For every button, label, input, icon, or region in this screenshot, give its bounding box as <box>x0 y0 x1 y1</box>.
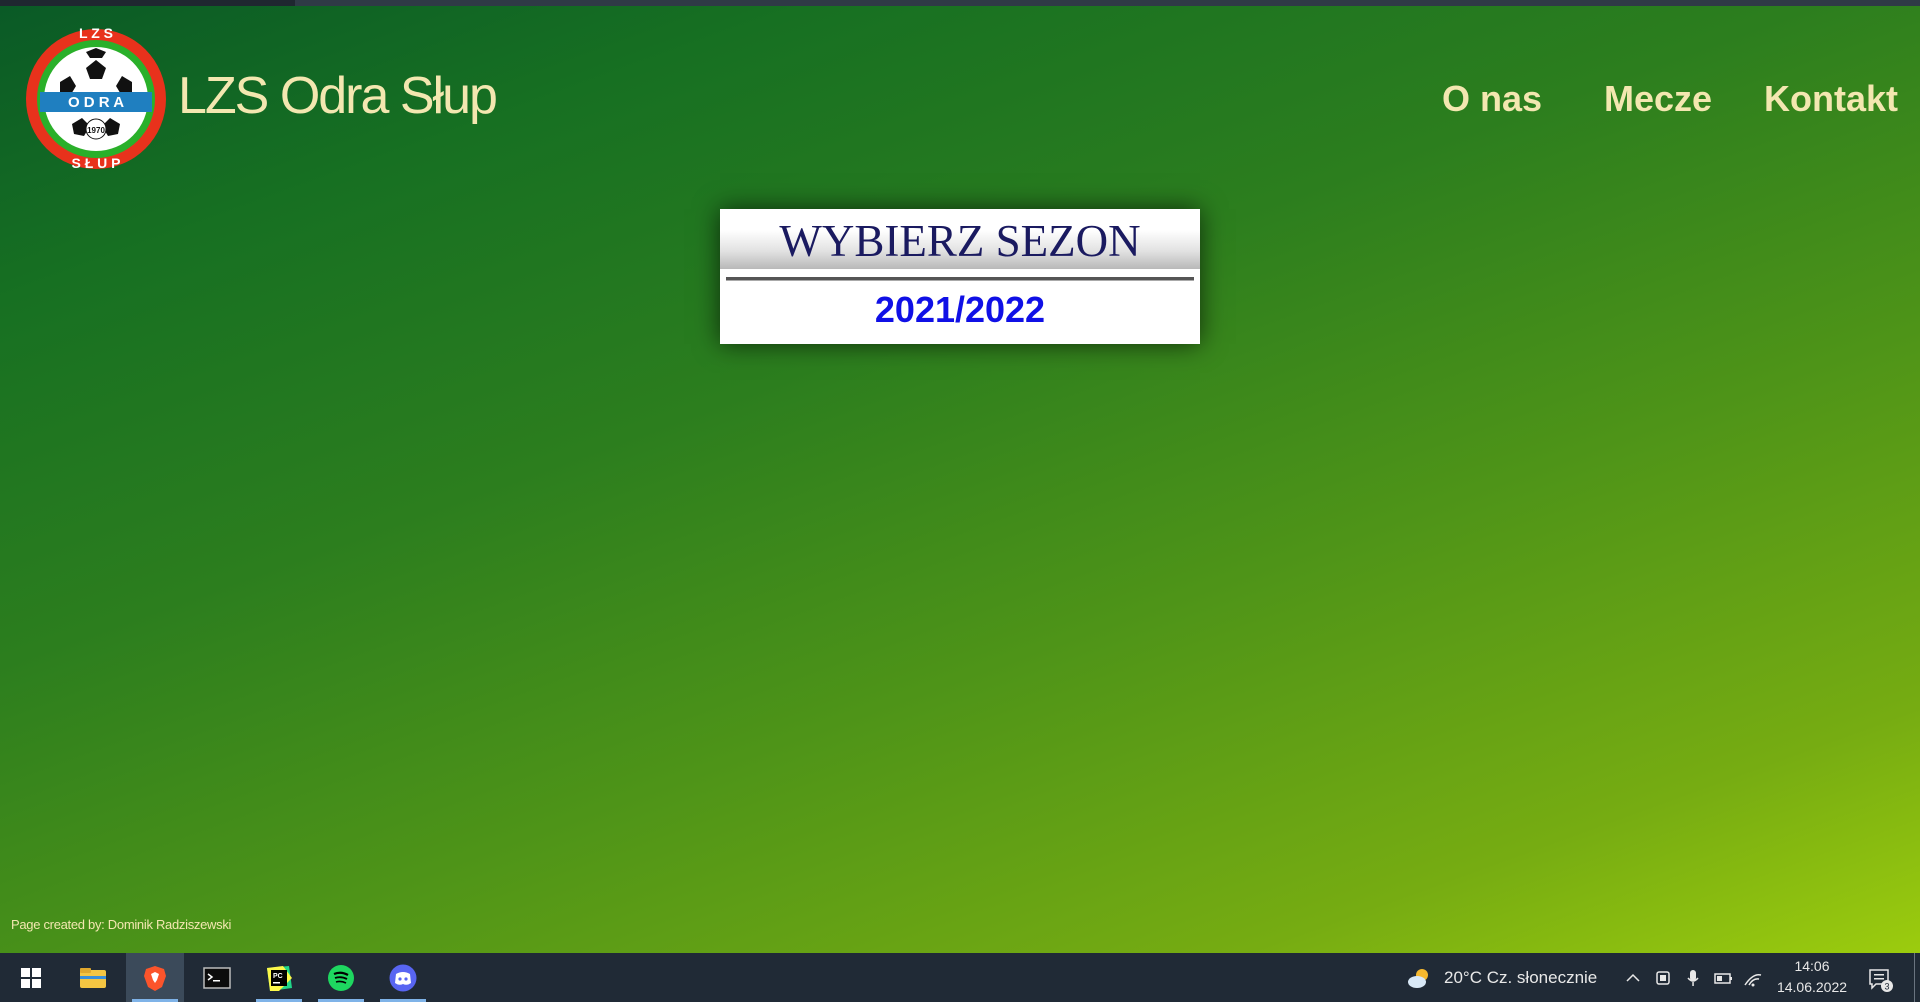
weather-sunny-icon[interactable] <box>1406 966 1432 990</box>
start-icon <box>21 967 41 988</box>
start-button[interactable] <box>2 953 60 1002</box>
season-card-divider <box>726 277 1194 281</box>
taskbar-spotify[interactable] <box>312 953 370 1002</box>
club-logo[interactable]: O D R A 1970 L Z S S Ł U P <box>24 12 169 187</box>
device-icon[interactable] <box>1652 967 1674 989</box>
nav-link-kontakt[interactable]: Kontakt <box>1764 78 1898 120</box>
season-card: WYBIERZ SEZON 2021/2022 <box>720 209 1200 344</box>
file-explorer-icon <box>80 967 106 988</box>
notifications-icon[interactable]: 3 <box>1866 965 1894 993</box>
spotify-icon <box>328 964 354 991</box>
brave-browser-icon <box>144 965 166 991</box>
svg-text:PC: PC <box>273 973 283 980</box>
season-link[interactable]: 2021/2022 <box>720 289 1200 331</box>
taskbar-discord[interactable] <box>374 953 432 1002</box>
taskbar-time[interactable]: 14:06 <box>1772 958 1852 974</box>
taskbar-pycharm[interactable]: PC <box>250 953 308 1002</box>
chevron-up-icon[interactable] <box>1622 967 1644 989</box>
discord-icon <box>389 964 417 991</box>
nav-link-mecze[interactable]: Mecze <box>1604 78 1712 120</box>
weather-text[interactable]: 20°C Cz. słonecznie <box>1444 968 1597 988</box>
taskbar-file-explorer[interactable] <box>64 953 122 1002</box>
wifi-icon[interactable] <box>1742 967 1764 989</box>
site-title[interactable]: LZS Odra Słup <box>178 66 498 126</box>
battery-icon[interactable] <box>1712 967 1734 989</box>
show-desktop-button[interactable] <box>1914 953 1915 1002</box>
microphone-icon[interactable] <box>1682 967 1704 989</box>
logo-year: 1970 <box>87 126 105 135</box>
page-background: O D R A 1970 L Z S S Ł U P LZS Odra Słup… <box>0 6 1920 953</box>
taskbar-terminal[interactable] <box>188 953 246 1002</box>
logo-band-text: O D R A <box>68 94 124 111</box>
nav-link-o-nas[interactable]: O nas <box>1442 78 1542 120</box>
taskbar-date[interactable]: 14.06.2022 <box>1772 979 1852 995</box>
windows-taskbar: PC 20°C Cz. słonecznie 14:06 14.06.2022 … <box>0 953 1920 1002</box>
season-card-heading: WYBIERZ SEZON <box>720 209 1200 269</box>
notification-count: 3 <box>1884 982 1889 992</box>
pycharm-icon: PC <box>267 965 292 991</box>
terminal-icon <box>203 966 231 989</box>
footer-credit: Page created by: Dominik Radziszewski <box>11 917 232 932</box>
taskbar-brave[interactable] <box>126 953 184 1002</box>
logo-top-text: L Z S <box>79 25 113 41</box>
logo-bottom-text: S Ł U P <box>71 155 120 171</box>
